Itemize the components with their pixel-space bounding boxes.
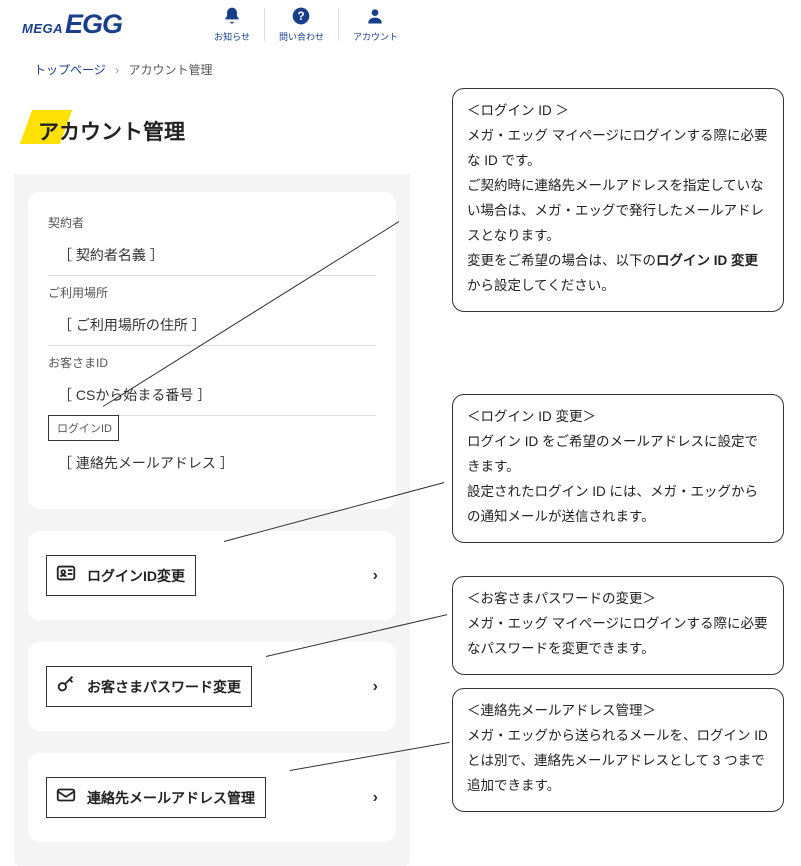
header-nav: お知らせ ? 問い合わせ アカウント xyxy=(214,6,398,43)
id-card-icon xyxy=(55,562,77,589)
logo-mega-text: MEGA xyxy=(22,21,63,36)
callout-mail-line1: メガ・エッグから送られるメールを、ログイン ID とは別で、連絡先メールアドレス… xyxy=(467,728,768,793)
callout-login-id-line3b: ログイン ID 変更 xyxy=(656,253,758,268)
customer-id-label: お客さまID xyxy=(48,354,376,371)
breadcrumb-home[interactable]: トップページ xyxy=(34,63,106,77)
customer-id-value: ［ CSから始まる番号 ］ xyxy=(48,375,376,416)
menu-mail-manage-box: 連絡先メールアドレス管理 xyxy=(46,777,266,818)
nav-contact[interactable]: ? 問い合わせ xyxy=(279,6,324,43)
svg-text:?: ? xyxy=(298,10,305,23)
header: MEGA EGG お知らせ ? 問い合わせ アカウ xyxy=(14,0,410,47)
callout-login-id-line1: メガ・エッグ マイページにログインする際に必要な ID です。 xyxy=(467,128,767,168)
mail-icon xyxy=(55,784,77,811)
callout-login-id-change-line1: ログイン ID をご希望のメールアドレスに設定できます。 xyxy=(467,434,758,474)
chevron-right-icon: › xyxy=(373,567,378,585)
logo[interactable]: MEGA EGG xyxy=(22,9,122,40)
account-icon xyxy=(365,6,385,28)
breadcrumb-separator: › xyxy=(115,63,119,77)
callout-login-id-line3c: から設定してください。 xyxy=(467,278,615,293)
info-card: 契約者 ［ 契約者名義 ］ ご利用場所 ［ ご利用場所の住所 ］ お客さまID … xyxy=(28,192,396,509)
nav-notifications[interactable]: お知らせ xyxy=(214,6,250,43)
callout-login-id-line2: ご契約時に連絡先メールアドレスを指定していない場合は、メガ・エッグで発行したメー… xyxy=(467,178,764,243)
callout-login-id-change: ＜ログイン ID 変更＞ ログイン ID をご希望のメールアドレスに設定できます… xyxy=(452,394,784,543)
page-title-text: アカウント管理 xyxy=(38,121,185,144)
contractor-value: ［ 契約者名義 ］ xyxy=(48,235,376,276)
page-title: アカウント管理 xyxy=(32,116,185,146)
nav-notifications-label: お知らせ xyxy=(214,30,250,43)
nav-contact-label: 問い合わせ xyxy=(279,30,324,43)
callout-login-id-change-title: ＜ログイン ID 変更＞ xyxy=(467,405,769,430)
login-id-value: ［ 連絡先メールアドレス ］ xyxy=(48,443,376,483)
callout-password: ＜お客さまパスワードの変更＞ メガ・エッグ マイページにログインする際に必要なパ… xyxy=(452,576,784,675)
page-title-wrap: アカウント管理 xyxy=(14,92,410,174)
menu-password-change-box: お客さまパスワード変更 xyxy=(46,666,252,707)
question-icon: ? xyxy=(291,6,311,28)
callout-mail: ＜連絡先メールアドレス管理＞ メガ・エッグから送られるメールを、ログイン ID … xyxy=(452,688,784,812)
callout-login-id-change-line2: 設定されたログイン ID には、メガ・エッグからの通知メールが送信されます。 xyxy=(467,484,758,524)
callout-password-line1: メガ・エッグ マイページにログインする際に必要なパスワードを変更できます。 xyxy=(467,616,767,656)
location-label: ご利用場所 xyxy=(48,284,376,301)
callout-login-id-line3a: 変更をご希望の場合は、以下の xyxy=(467,253,656,268)
menu-mail-manage[interactable]: 連絡先メールアドレス管理 › xyxy=(28,753,396,842)
nav-account[interactable]: アカウント xyxy=(353,6,398,43)
chevron-right-icon: › xyxy=(373,678,378,696)
menu-login-id-change-label: ログインID変更 xyxy=(87,566,185,586)
menu-mail-manage-label: 連絡先メールアドレス管理 xyxy=(87,788,255,808)
bell-icon xyxy=(222,6,242,28)
menu-login-id-change-box: ログインID変更 xyxy=(46,555,196,596)
breadcrumb: トップページ › アカウント管理 xyxy=(14,47,410,92)
location-value: ［ ご利用場所の住所 ］ xyxy=(48,305,376,346)
callout-login-id: ＜ログイン ID ＞ メガ・エッグ マイページにログインする際に必要な ID で… xyxy=(452,88,784,312)
key-icon xyxy=(55,673,77,700)
login-id-label: ログインID xyxy=(48,415,119,441)
menu-password-change[interactable]: お客さまパスワード変更 › xyxy=(28,642,396,731)
nav-account-label: アカウント xyxy=(353,30,398,43)
callout-password-title: ＜お客さまパスワードの変更＞ xyxy=(467,587,769,612)
callout-mail-title: ＜連絡先メールアドレス管理＞ xyxy=(467,699,769,724)
menu-password-change-label: お客さまパスワード変更 xyxy=(87,677,241,697)
chevron-right-icon: › xyxy=(373,789,378,807)
logo-egg-text: EGG xyxy=(65,9,122,40)
contractor-label: 契約者 xyxy=(48,214,376,231)
callout-login-id-title: ＜ログイン ID ＞ xyxy=(467,99,769,124)
breadcrumb-current: アカウント管理 xyxy=(128,63,212,77)
app-panel: MEGA EGG お知らせ ? 問い合わせ アカウ xyxy=(14,0,410,866)
menu-login-id-change[interactable]: ログインID変更 › xyxy=(28,531,396,620)
